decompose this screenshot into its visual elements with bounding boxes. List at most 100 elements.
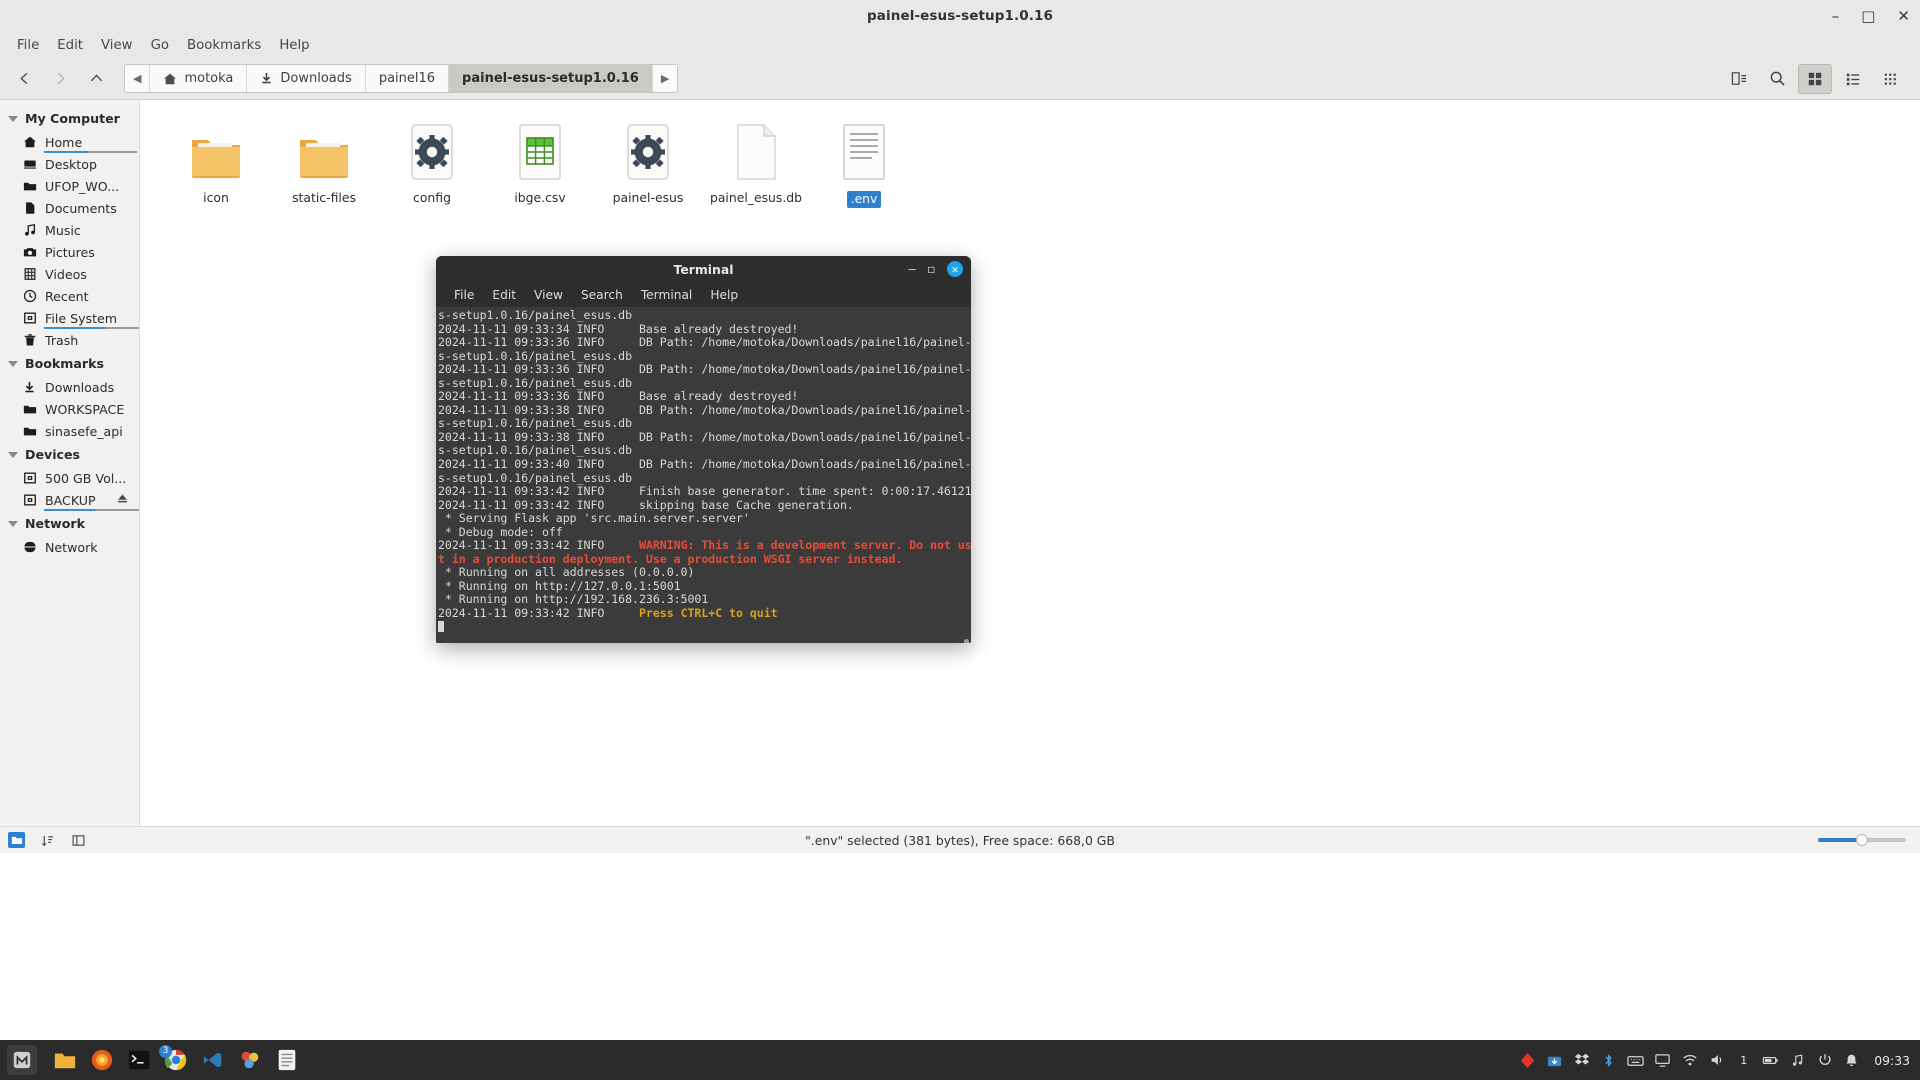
sidebar-item-backup[interactable]: BACKUP: [0, 489, 139, 511]
sidebar-item-music[interactable]: Music: [0, 219, 139, 241]
terminal-icon[interactable]: [125, 1047, 152, 1074]
sidebar-item-downloads[interactable]: Downloads: [0, 376, 139, 398]
breadcrumb-downloads[interactable]: Downloads: [247, 65, 366, 92]
terminal-scrollbar-thumb[interactable]: [964, 639, 969, 643]
list-view-icon[interactable]: [1836, 64, 1870, 94]
updates-icon[interactable]: [1546, 1052, 1563, 1069]
eject-icon[interactable]: [116, 492, 129, 508]
gear-file-icon: [627, 118, 669, 180]
compact-view-icon[interactable]: [1874, 64, 1908, 94]
chevron-down-icon: [8, 521, 18, 527]
sidebar-item-videos[interactable]: Videos: [0, 263, 139, 285]
terminal-line: s-setup1.0.16/painel_esus.db: [438, 308, 633, 322]
menu-help[interactable]: Help: [270, 36, 318, 55]
display-icon[interactable]: [1654, 1052, 1671, 1069]
sidebar-item-workspace[interactable]: WORKSPACE: [0, 398, 139, 420]
zoom-slider-track[interactable]: [1818, 834, 1906, 846]
drive-icon: [22, 311, 37, 326]
toolbar-right-buttons: [1722, 63, 1920, 94]
start-menu-icon[interactable]: [7, 1045, 37, 1075]
file-item-painel-esus[interactable]: painel-esus: [594, 110, 702, 208]
window-title: painel-esus-setup1.0.16: [867, 8, 1053, 24]
search-icon[interactable]: [1760, 64, 1794, 94]
breadcrumb-current[interactable]: painel-esus-setup1.0.16: [449, 65, 653, 92]
sidebar-item-trash[interactable]: Trash: [0, 329, 139, 351]
sidebar-item-ufop-wo[interactable]: UFOP_WO...: [0, 175, 139, 197]
sidebar-item-pictures[interactable]: Pictures: [0, 241, 139, 263]
sidebar-item-network[interactable]: Network: [0, 536, 139, 558]
bluetooth-icon[interactable]: [1600, 1052, 1617, 1069]
terminal-menu-help[interactable]: Help: [701, 288, 747, 302]
menu-view[interactable]: View: [92, 36, 142, 55]
sidebar-item-label: Documents: [45, 200, 117, 216]
gimp-icon[interactable]: [236, 1047, 263, 1074]
terminal-line: 2024-11-11 09:33:36 INFO DB Path: /home/…: [438, 335, 971, 350]
zoom-slider[interactable]: [1818, 834, 1920, 846]
terminal-window[interactable]: Terminal – ◻ ✕ File Edit View Search Ter…: [436, 256, 971, 643]
sidebar-item-recent[interactable]: Recent: [0, 285, 139, 307]
redshift-icon[interactable]: [1519, 1052, 1536, 1069]
chrome-icon[interactable]: 3: [159, 1044, 189, 1074]
sidebar-item-documents[interactable]: Documents: [0, 197, 139, 219]
up-icon[interactable]: [78, 64, 114, 94]
menu-file[interactable]: File: [8, 36, 48, 55]
sidebar-group-devices[interactable]: Devices: [0, 442, 139, 467]
menu-bookmarks[interactable]: Bookmarks: [178, 36, 270, 55]
split-view-icon[interactable]: [1722, 64, 1756, 94]
terminal-output[interactable]: s-setup1.0.16/painel_esus.db 2024-11-11 …: [436, 307, 971, 643]
terminal-menu-search[interactable]: Search: [572, 288, 632, 302]
music-note-icon[interactable]: [1789, 1052, 1806, 1069]
file-item-icon-folder[interactable]: icon: [162, 110, 270, 208]
sidebar-item-home[interactable]: Home: [0, 131, 139, 153]
breadcrumb-painel16[interactable]: painel16: [365, 65, 450, 92]
sidebar-item-sinasefe-api[interactable]: sinasefe_api: [0, 420, 139, 442]
file-list-area[interactable]: icon static-files config ibge.csv painel…: [140, 100, 1920, 826]
maximize-icon[interactable]: ◻: [928, 263, 935, 275]
close-icon[interactable]: ✕: [947, 261, 963, 277]
menubar: File Edit View Go Bookmarks Help: [0, 32, 1920, 58]
sidebar-group-my-computer[interactable]: My Computer: [0, 106, 139, 131]
close-icon[interactable]: ✕: [1897, 8, 1910, 24]
sidebar-item-desktop[interactable]: Desktop: [0, 153, 139, 175]
file-item-env[interactable]: .env: [810, 110, 918, 208]
file-item-static-files-folder[interactable]: static-files: [270, 110, 378, 208]
sidebar-item-500gb-volume[interactable]: 500 GB Vol...: [0, 467, 139, 489]
vscode-icon[interactable]: [199, 1047, 226, 1074]
terminal-window-controls: – ◻ ✕: [909, 256, 963, 282]
sidebar-group-bookmarks[interactable]: Bookmarks: [0, 351, 139, 376]
back-icon[interactable]: [6, 64, 42, 94]
notifications-icon[interactable]: [1843, 1052, 1860, 1069]
icon-view-icon[interactable]: [1798, 63, 1832, 94]
terminal-menu-edit[interactable]: Edit: [483, 288, 525, 302]
breadcrumb-scroll-right[interactable]: ▶: [652, 65, 678, 92]
sidebar-group-network[interactable]: Network: [0, 511, 139, 536]
dropbox-icon[interactable]: [1573, 1052, 1590, 1069]
menu-edit[interactable]: Edit: [48, 36, 92, 55]
file-item-painel-esus-db[interactable]: painel_esus.db: [702, 110, 810, 208]
notes-icon[interactable]: [273, 1047, 300, 1074]
maximize-icon[interactable]: □: [1861, 8, 1875, 24]
volume-icon[interactable]: [1708, 1052, 1725, 1069]
breadcrumb-scroll-left[interactable]: ◀: [125, 65, 151, 92]
battery-icon[interactable]: [1762, 1052, 1779, 1069]
menu-go[interactable]: Go: [142, 36, 178, 55]
minimize-icon[interactable]: –: [1832, 8, 1840, 24]
navigation-buttons: [0, 64, 114, 94]
files-icon[interactable]: [51, 1047, 78, 1074]
terminal-menu-view[interactable]: View: [525, 288, 572, 302]
terminal-scrollbar[interactable]: [964, 307, 969, 643]
breadcrumb-motoka[interactable]: motoka: [150, 65, 248, 92]
terminal-menu-file[interactable]: File: [445, 288, 483, 302]
network-icon[interactable]: [1681, 1052, 1698, 1069]
file-item-ibge-csv[interactable]: ibge.csv: [486, 110, 594, 208]
file-item-config[interactable]: config: [378, 110, 486, 208]
zoom-slider-handle[interactable]: [1856, 834, 1868, 846]
power-icon[interactable]: [1816, 1052, 1833, 1069]
keyboard-icon[interactable]: [1627, 1052, 1644, 1069]
taskbar-clock[interactable]: 09:33: [1870, 1053, 1910, 1068]
terminal-menu-terminal[interactable]: Terminal: [632, 288, 702, 302]
sidebar-item-file-system[interactable]: File System: [0, 307, 139, 329]
minimize-icon[interactable]: –: [909, 263, 916, 275]
forward-icon[interactable]: [42, 64, 78, 94]
firefox-icon[interactable]: [88, 1047, 115, 1074]
